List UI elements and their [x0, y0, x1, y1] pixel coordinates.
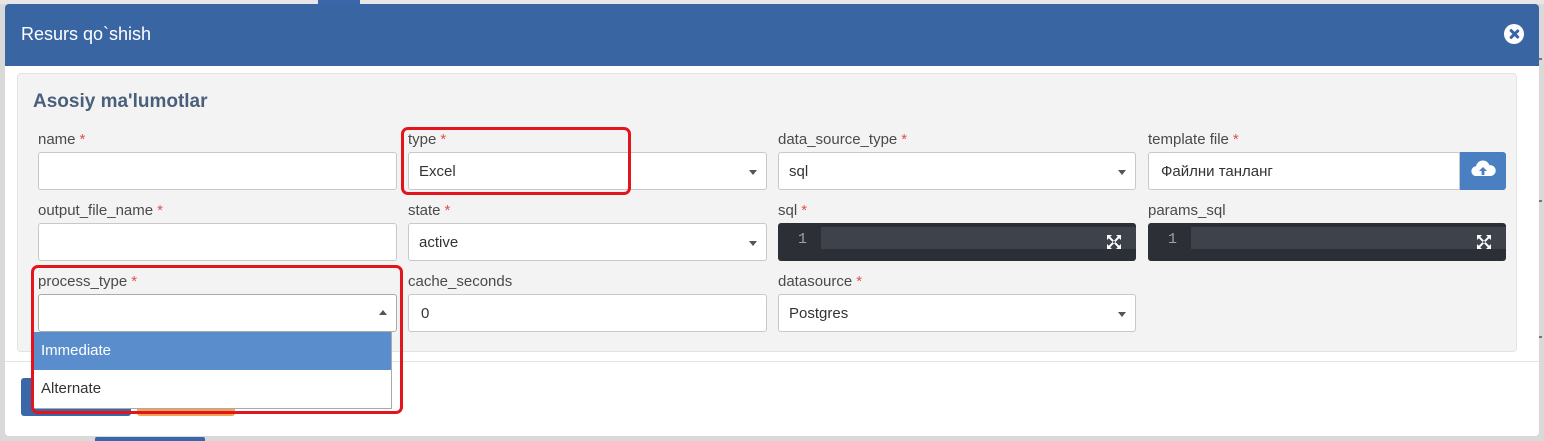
chevron-down-icon [1118, 170, 1126, 175]
cache-seconds-field[interactable] [408, 294, 767, 332]
data-source-type-label: data_source_type * [778, 131, 908, 148]
chevron-down-icon [1118, 312, 1126, 317]
section-title: Asosiy ma'lumotlar [33, 91, 208, 112]
chevron-down-icon [749, 170, 757, 175]
state-label: state * [408, 202, 451, 219]
process-type-select[interactable] [38, 294, 397, 332]
active-line [1191, 227, 1506, 249]
data-source-type-select[interactable]: sql [778, 152, 1136, 190]
modal-header: Resurs qo`shish [5, 4, 1539, 66]
line-number: 1 [1168, 231, 1178, 248]
state-select[interactable]: active [408, 223, 767, 261]
datasource-label: datasource * [778, 273, 863, 290]
sql-label: sql * [778, 202, 808, 219]
params-sql-code-editor[interactable]: 1 [1148, 223, 1506, 261]
process-type-dropdown: Immediate Alternate [33, 332, 392, 409]
cache-seconds-label: cache_seconds [408, 273, 513, 290]
name-input[interactable] [39, 153, 396, 189]
background-button [95, 437, 205, 441]
chevron-up-icon [379, 310, 387, 315]
upload-button[interactable] [1460, 152, 1506, 190]
template-file-placeholder: Файлни танланг [1161, 163, 1273, 180]
process-type-label: process_type * [38, 273, 138, 290]
datasource-select[interactable]: Postgres [778, 294, 1136, 332]
chevron-down-icon [749, 241, 757, 246]
modal-title: Resurs qo`shish [21, 24, 152, 44]
option-alternate[interactable]: Alternate [34, 370, 391, 408]
state-select-value: active [419, 234, 459, 251]
name-field[interactable] [38, 152, 397, 190]
fullscreen-expand-icon[interactable] [1476, 234, 1492, 250]
type-select[interactable]: Excel [408, 152, 767, 190]
datasource-select-value: Postgres [789, 305, 849, 322]
cloud-upload-icon [1471, 160, 1496, 176]
sql-code-editor[interactable]: 1 [778, 223, 1136, 261]
name-label: name * [38, 131, 86, 148]
output-file-name-label: output_file_name * [38, 202, 163, 219]
output-file-name-field[interactable] [38, 223, 397, 261]
template-file-field[interactable]: Файлни танланг [1148, 152, 1460, 190]
active-line [821, 227, 1136, 249]
type-label: type * [408, 131, 447, 148]
template-file-label: template file * [1148, 131, 1239, 148]
cache-seconds-input[interactable] [409, 295, 766, 331]
close-icon[interactable] [1504, 24, 1524, 44]
fullscreen-expand-icon[interactable] [1106, 234, 1122, 250]
line-number: 1 [798, 231, 808, 248]
data-source-type-value: sql [789, 163, 809, 180]
option-immediate[interactable]: Immediate [34, 332, 391, 370]
params-sql-label: params_sql [1148, 202, 1226, 219]
type-select-value: Excel [419, 163, 456, 180]
output-file-name-input[interactable] [39, 224, 396, 260]
